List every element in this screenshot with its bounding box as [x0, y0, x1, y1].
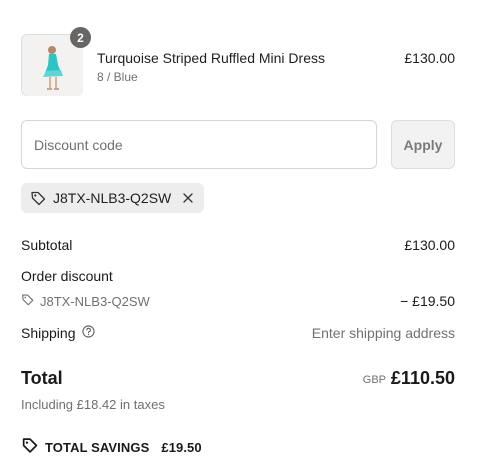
- tag-icon: [21, 293, 34, 309]
- total-savings: TOTAL SAVINGS £19.50: [21, 437, 202, 457]
- subtotal-value: £130.00: [404, 237, 455, 253]
- tag-icon: [30, 190, 46, 206]
- subtotal-label: Subtotal: [21, 237, 73, 253]
- product-title: Turquoise Striped Ruffled Mini Dress: [97, 50, 325, 66]
- help-circle-icon[interactable]: [81, 325, 95, 341]
- total-savings-value: £19.50: [161, 439, 202, 455]
- discount-value: − £19.50: [400, 293, 455, 309]
- apply-discount-button[interactable]: Apply: [391, 120, 455, 169]
- product-variant: 8 / Blue: [97, 70, 138, 84]
- tag-icon: [21, 437, 38, 457]
- order-discount-label: Order discount: [21, 268, 113, 284]
- total-label: Total: [21, 368, 63, 388]
- close-icon: [183, 193, 193, 203]
- cart-line-item: 2 Turquoise Striped Ruffled Mini Dress 8…: [21, 27, 455, 96]
- applied-discount-code: J8TX-NLB3-Q2SW: [53, 190, 172, 206]
- applied-discount-tag: J8TX-NLB3-Q2SW: [21, 183, 205, 213]
- shipping-value: Enter shipping address: [311, 325, 455, 341]
- discount-code-row: J8TX-NLB3-Q2SW − £19.50: [21, 293, 455, 309]
- product-price: £130.00: [404, 50, 455, 66]
- shipping-row: Shipping Enter shipping address: [21, 325, 455, 341]
- shipping-label: Shipping: [21, 325, 76, 341]
- remove-discount-button[interactable]: [178, 192, 194, 204]
- total-row: Total GBP £110.50: [21, 368, 455, 392]
- product-thumbnail: 2: [21, 27, 91, 96]
- discount-code-text: J8TX-NLB3-Q2SW: [40, 293, 150, 309]
- subtotal-row: Subtotal £130.00: [21, 237, 455, 253]
- discount-code-input[interactable]: [21, 120, 377, 169]
- total-savings-label: TOTAL SAVINGS: [45, 439, 150, 455]
- total-value: £110.50: [390, 368, 455, 388]
- quantity-badge: 2: [70, 27, 91, 48]
- taxes-note: Including £18.42 in taxes: [21, 397, 165, 412]
- order-discount-row: Order discount: [21, 268, 455, 284]
- currency-code: GBP: [362, 374, 386, 386]
